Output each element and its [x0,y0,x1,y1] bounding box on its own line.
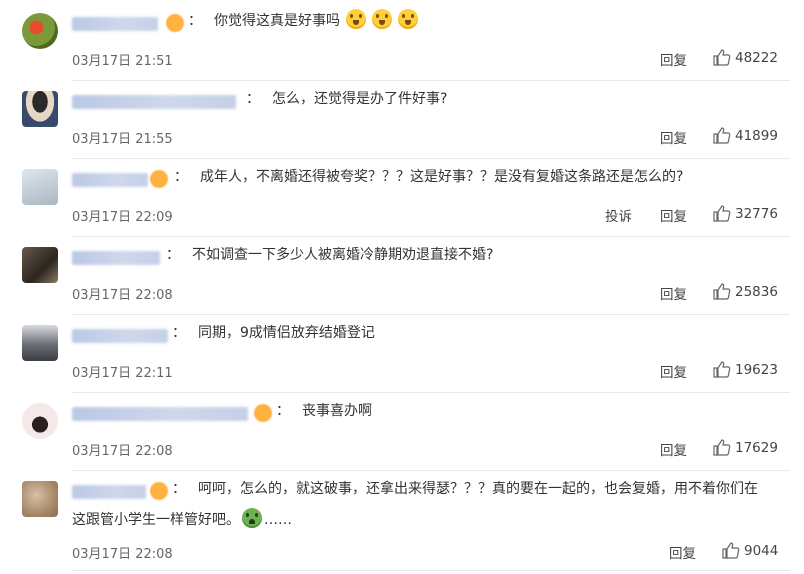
comment-item: ：不如调查一下多少人被离婚冷静期劝退直接不婚? 03月17日 22:08 回复 … [0,247,804,315]
colon: ： [174,169,188,185]
comment-text: ： 你觉得这真是好事吗 [188,9,418,33]
divider [72,80,790,81]
comment-time: 03月17日 22:09 [72,210,173,225]
comment-item: ： 呵呵，怎么的，就这破事，还拿出来得瑟？？？真的要在一起的，也会复婚，用不着你们… [0,481,804,571]
comment-item: ： 成年人，不离婚还得被夸奖？？？这是好事？？是没有复婚这条路还是怎么的? 03月… [0,169,804,237]
comment-time: 03月17日 22:11 [72,366,173,381]
like-button[interactable]: 19623 [713,361,778,378]
avatar[interactable] [22,481,58,517]
username[interactable] [72,173,148,187]
report-button[interactable]: 投诉 [605,205,632,225]
ellipsis: …… [264,512,292,528]
like-count: 41899 [735,127,778,144]
username[interactable] [72,329,168,343]
colon: ： [188,13,202,29]
divider [72,470,790,471]
comment-body: 不如调查一下多少人被离婚冷静期劝退直接不婚? [192,247,494,263]
thumbs-up-icon [713,205,731,222]
thumbs-up-icon [722,542,740,559]
comment-item: ： 怎么，还觉得是办了件好事? 03月17日 21:55 回复 41899 [0,91,804,159]
colon: ： [172,325,186,341]
like-button[interactable]: 41899 [713,127,778,144]
like-count: 48222 [735,49,778,66]
comment-time: 03月17日 21:51 [72,54,173,69]
divider [72,236,790,237]
thumbs-up-icon [713,127,731,144]
thumbs-up-icon [713,439,731,456]
avatar[interactable] [22,247,58,283]
comment-body: 呵呵，怎么的，就这破事，还拿出来得瑟？？？真的要在一起的，也会复婚，用不着你们在 [198,481,758,497]
scream-face-emoji [346,9,366,29]
comment-body: 你觉得这真是好事吗 [214,13,340,29]
divider [72,314,790,315]
comment-body: 这跟管小学生一样管好吧。 [72,512,240,528]
comment-item: ： 你觉得这真是好事吗 03月17日 21:51 回复 48222 [0,9,804,81]
comment-time: 03月17日 21:55 [72,132,173,147]
comment-body: 丧事喜办啊 [302,403,372,419]
comment-text: ： 呵呵，怎么的，就这破事，还拿出来得瑟？？？真的要在一起的，也会复婚，用不着你们… [172,477,758,501]
avatar[interactable] [22,169,58,205]
colon: ： [166,247,180,263]
angry-face-emoji [242,508,262,528]
reply-button[interactable]: 回复 [660,205,687,225]
colon: ： [172,481,186,497]
comment-time: 03月17日 22:08 [72,547,173,562]
vip-badge-icon [166,14,184,32]
avatar[interactable] [22,13,58,49]
comment-body: 同期，9成情侣放弃结婚登记 [198,325,375,341]
thumbs-up-icon [713,361,731,378]
divider [72,158,790,159]
username[interactable] [72,251,160,265]
like-count: 9044 [744,542,779,559]
reply-button[interactable]: 回复 [660,283,687,303]
like-button[interactable]: 9044 [722,542,778,559]
avatar[interactable] [22,325,58,361]
username[interactable] [72,407,248,421]
like-count: 17629 [735,439,778,456]
colon: ： [246,91,260,107]
like-button[interactable]: 25836 [713,283,778,300]
comment-time: 03月17日 22:08 [72,288,173,303]
username[interactable] [72,95,236,109]
thumbs-up-icon [713,49,731,66]
thumbs-up-icon [713,283,731,300]
comment-text: ： 成年人，不离婚还得被夸奖？？？这是好事？？是没有复婚这条路还是怎么的? [174,165,683,189]
comment-item: ： 同期，9成情侣放弃结婚登记 03月17日 22:11 回复 19623 [0,325,804,393]
comment-item: ： 丧事喜办啊 03月17日 22:08 回复 17629 [0,403,804,471]
comment-body: 怎么，还觉得是办了件好事? [272,91,448,107]
username[interactable] [72,485,146,499]
comment-body: 成年人，不离婚还得被夸奖？？？这是好事？？是没有复婚这条路还是怎么的? [200,169,684,185]
comment-text: ： 怎么，还觉得是办了件好事? [246,87,447,111]
comment-time: 03月17日 22:08 [72,444,173,459]
divider [72,392,790,393]
avatar[interactable] [22,91,58,127]
vip-badge-icon [150,170,168,188]
reply-button[interactable]: 回复 [660,439,687,459]
like-count: 25836 [735,283,778,300]
like-button[interactable]: 32776 [713,205,778,222]
colon: ： [276,403,290,419]
reply-button[interactable]: 回复 [660,49,687,69]
username[interactable] [72,17,158,31]
like-button[interactable]: 48222 [713,49,778,66]
vip-badge-icon [150,482,168,500]
reply-button[interactable]: 回复 [669,542,696,562]
reply-button[interactable]: 回复 [660,127,687,147]
avatar[interactable] [22,403,58,439]
like-button[interactable]: 17629 [713,439,778,456]
reply-button[interactable]: 回复 [660,361,687,381]
comment-text: ： 同期，9成情侣放弃结婚登记 [172,321,375,345]
scream-face-emoji [372,9,392,29]
comment-text-continued: 这跟管小学生一样管好吧。 …… [72,508,292,532]
like-count: 19623 [735,361,778,378]
vip-badge-icon [254,404,272,422]
like-count: 32776 [735,205,778,222]
comment-text: ： 丧事喜办啊 [276,399,372,423]
divider [72,570,790,571]
comment-text: ： 不如调查一下多少人被离婚冷静期劝退直接不婚? [166,243,493,267]
scream-face-emoji [398,9,418,29]
